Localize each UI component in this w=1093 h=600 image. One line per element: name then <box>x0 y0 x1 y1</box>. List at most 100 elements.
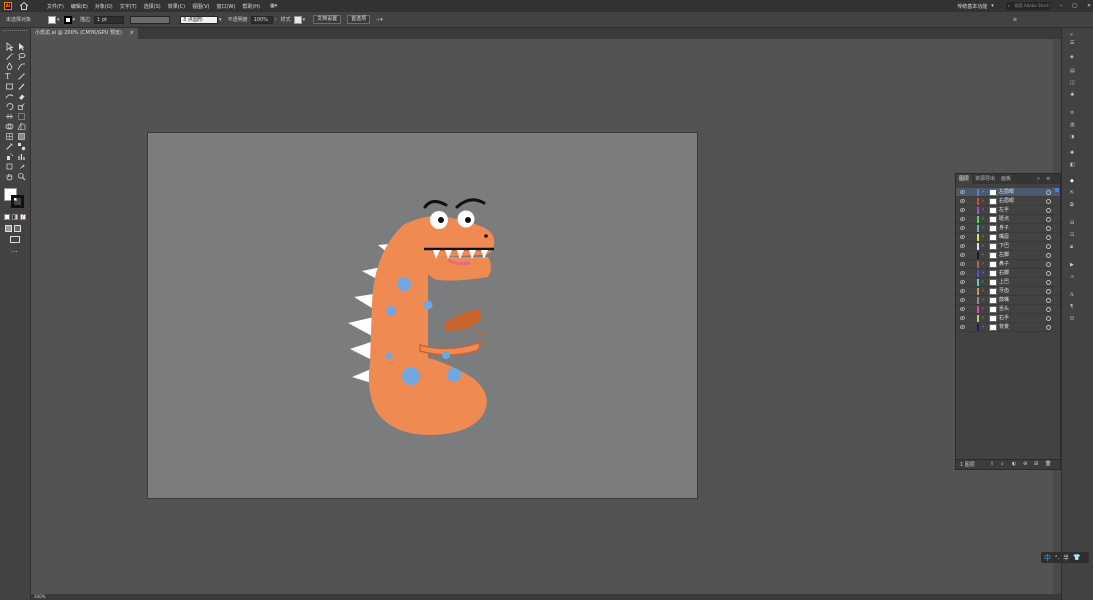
target-circle-icon[interactable] <box>1046 262 1051 267</box>
arrange-documents-icon[interactable]: ▦▾ <box>270 3 277 9</box>
visibility-eye-icon[interactable] <box>960 253 965 257</box>
width-tool-icon[interactable] <box>5 112 14 121</box>
brush-definition[interactable]: 3 点圆形 <box>180 15 219 24</box>
document-tab[interactable]: 小恐龙.ai @ 200% (CMYK/GPU 预览) × <box>31 28 138 39</box>
color-mode-icon[interactable] <box>4 214 10 220</box>
gradient-icon[interactable]: ▥ <box>1070 122 1075 128</box>
curvature-tool-icon[interactable] <box>17 62 26 71</box>
workspace-switcher[interactable]: 传统基本功能 <box>957 3 987 10</box>
expand-chevron-icon[interactable]: › <box>982 197 984 206</box>
expand-chevron-icon[interactable]: › <box>982 269 984 278</box>
rotate-tool-icon[interactable] <box>5 102 14 111</box>
visibility-eye-icon[interactable] <box>960 298 965 302</box>
layer-name[interactable]: 舌头 <box>999 305 1009 314</box>
menu-file[interactable]: 文件(F) <box>47 3 64 10</box>
menu-help[interactable]: 帮助(H) <box>242 3 260 10</box>
symbol-sprayer-tool-icon[interactable] <box>5 152 14 161</box>
visibility-eye-icon[interactable] <box>960 208 965 212</box>
libraries-icon[interactable]: ◈ <box>1070 54 1074 60</box>
lasso-tool-icon[interactable] <box>17 52 26 61</box>
target-circle-icon[interactable] <box>1046 298 1051 303</box>
clipping-mask-icon[interactable]: ◐ <box>1012 461 1016 467</box>
expand-chevron-icon[interactable]: › <box>982 188 984 197</box>
color-guide-icon[interactable]: ◫ <box>1070 80 1075 86</box>
close-tab-button[interactable]: × <box>130 30 134 36</box>
target-circle-icon[interactable] <box>1046 244 1051 249</box>
gradient-tool-icon[interactable] <box>17 132 26 141</box>
layer-name[interactable]: 左脚 <box>999 251 1009 260</box>
layer-row[interactable]: › 左手 <box>956 206 1060 215</box>
transform-icon[interactable]: ⧈ <box>1070 244 1073 250</box>
ime-punctuation[interactable]: °, <box>1055 555 1059 561</box>
layer-name[interactable]: 下巴 <box>999 242 1009 251</box>
layer-row[interactable]: › 牙齿 <box>956 287 1060 296</box>
mesh-tool-icon[interactable] <box>5 132 14 141</box>
links-icon[interactable]: ∞ <box>1070 274 1074 280</box>
layer-row[interactable]: › 斑点 <box>956 215 1060 224</box>
delete-layer-icon[interactable]: 🗑 <box>1045 461 1051 467</box>
layer-name[interactable]: 背景 <box>999 323 1009 332</box>
opentype-icon[interactable]: O <box>1070 316 1074 322</box>
minimize-button[interactable]: – <box>1060 3 1063 9</box>
layer-row[interactable]: › 身子 <box>956 224 1060 233</box>
brush-chevron-icon[interactable]: ▾ <box>219 17 222 23</box>
ime-half-width[interactable]: 半 <box>1063 553 1069 562</box>
appearance-icon[interactable]: ✺ <box>1070 150 1074 156</box>
expand-chevron-icon[interactable]: › <box>982 224 984 233</box>
expand-chevron-icon[interactable]: › <box>982 323 984 332</box>
perspective-grid-tool-icon[interactable] <box>17 122 26 131</box>
layer-name[interactable]: 上巴 <box>999 278 1009 287</box>
expand-chevron-icon[interactable]: › <box>982 314 984 323</box>
tab-artboards[interactable]: 画板 <box>998 174 1014 184</box>
stroke-icon[interactable]: ≡ <box>1070 110 1074 116</box>
panel-collapse-icon[interactable]: » <box>1034 174 1043 184</box>
tab-asset-export[interactable]: 资源导出 <box>972 174 998 184</box>
slice-tool-icon[interactable] <box>17 162 26 171</box>
preferences-button[interactable]: 首选项 <box>347 15 371 24</box>
close-window-button[interactable]: ✕ <box>1087 3 1091 9</box>
asset-export-icon[interactable]: ⇱ <box>1070 190 1074 196</box>
visibility-eye-icon[interactable] <box>960 235 965 239</box>
visibility-eye-icon[interactable] <box>960 226 965 230</box>
rectangle-tool-icon[interactable] <box>5 82 14 91</box>
stroke-weight-field[interactable]: 1 pt <box>94 15 125 24</box>
fill-chevron-icon[interactable]: ▾ <box>57 17 60 23</box>
target-circle-icon[interactable] <box>1046 289 1051 294</box>
character-icon[interactable]: A <box>1070 292 1074 298</box>
expand-chevron-icon[interactable]: › <box>982 215 984 224</box>
zoom-tool-icon[interactable] <box>17 172 26 181</box>
free-transform-tool-icon[interactable] <box>17 112 26 121</box>
layer-name[interactable]: 左眉眼 <box>999 188 1014 197</box>
visibility-eye-icon[interactable] <box>960 271 965 275</box>
document-setup-button[interactable]: 文档设置 <box>313 15 342 24</box>
target-circle-icon[interactable] <box>1046 307 1051 312</box>
direct-selection-tool-icon[interactable] <box>17 42 26 51</box>
expand-chevron-icon[interactable]: › <box>982 296 984 305</box>
paragraph-icon[interactable]: ¶ <box>1070 304 1073 310</box>
visibility-eye-icon[interactable] <box>960 262 965 266</box>
draw-inside-icon[interactable] <box>14 225 21 232</box>
panel-menu-icon[interactable]: ≡ <box>1043 174 1053 184</box>
target-circle-icon[interactable] <box>1046 199 1051 204</box>
fill-swatch[interactable] <box>48 15 56 24</box>
target-circle-icon[interactable] <box>1046 235 1051 240</box>
selection-tool-icon[interactable] <box>5 42 14 51</box>
eyedropper-tool-icon[interactable] <box>5 142 14 151</box>
target-circle-icon[interactable] <box>1046 190 1051 195</box>
home-icon[interactable] <box>19 1 29 11</box>
screen-mode-icon[interactable] <box>10 236 20 243</box>
target-circle-icon[interactable] <box>1046 280 1051 285</box>
column-graph-tool-icon[interactable] <box>17 152 26 161</box>
actions-icon[interactable]: ▶ <box>1070 262 1074 268</box>
layer-row[interactable]: › 舌头 <box>956 305 1060 314</box>
color-icon[interactable]: ▤ <box>1070 68 1075 74</box>
blend-tool-icon[interactable] <box>17 142 26 151</box>
pathfinder-icon[interactable]: ⊡ <box>1070 232 1074 238</box>
target-circle-icon[interactable] <box>1046 226 1051 231</box>
target-circle-icon[interactable] <box>1046 217 1051 222</box>
stroke-chevron-icon[interactable]: ▾ <box>73 17 76 23</box>
artboards-icon[interactable]: ⧉ <box>1070 202 1074 208</box>
expand-chevron-icon[interactable]: › <box>982 242 984 251</box>
variable-width-profile[interactable] <box>130 15 171 24</box>
layer-name[interactable]: 鼓嘴 <box>999 296 1009 305</box>
